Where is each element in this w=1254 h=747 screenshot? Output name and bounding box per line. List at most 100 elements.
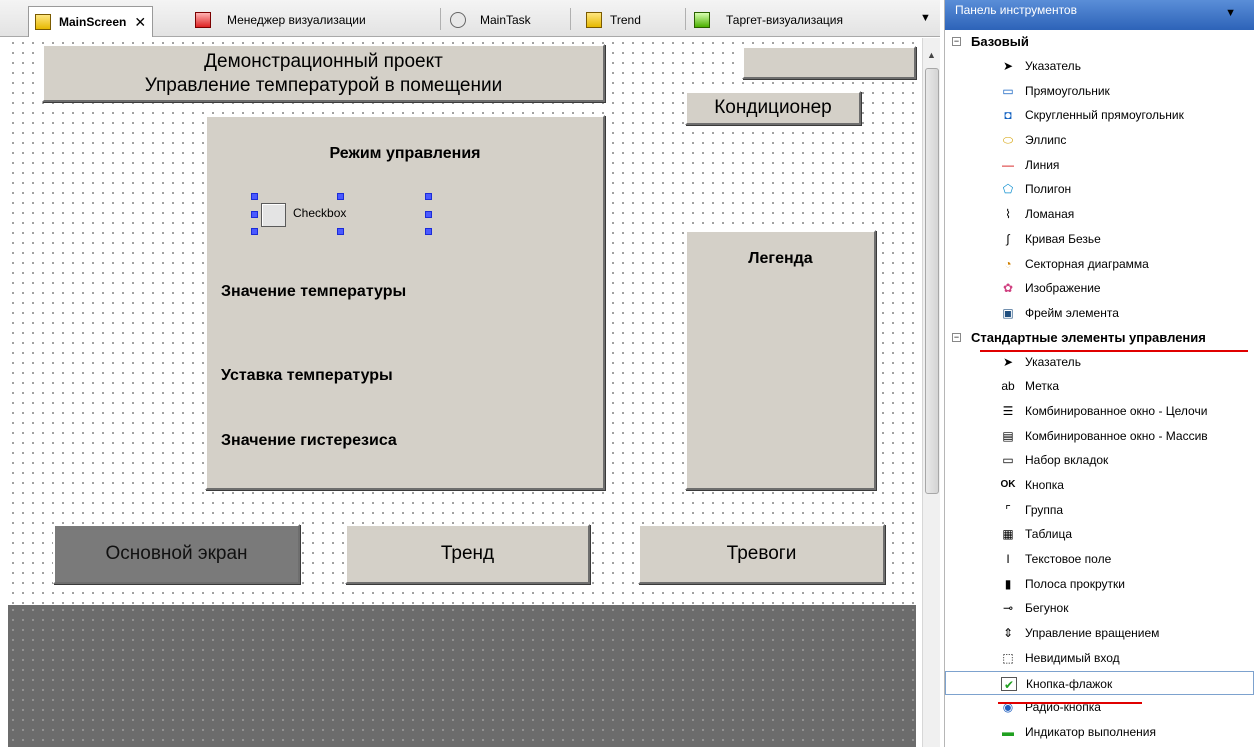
toolbox-item[interactable]: ✿ Изображение [945,276,1254,301]
toolbox-item[interactable]: ⬭ Эллипс [945,128,1254,153]
air-conditioner-button[interactable]: Кондиционер [685,91,861,125]
toolbox-item[interactable]: ▭ Набор вкладок [945,448,1254,473]
toolbox-item-label: Изображение [1025,281,1101,296]
toolbox-item-label: Указатель [1025,59,1081,73]
toolbox-item[interactable]: ▬ Индикатор выполнения [945,720,1254,745]
toolbox-item[interactable]: ◘ Скругленный прямоугольник [945,103,1254,128]
pie-icon: ◔ [1004,256,1012,271]
resize-handle[interactable] [425,193,432,200]
toolbox-item[interactable]: ⬚ Невидимый вход [945,646,1254,671]
toolbox-item-label: Секторная диаграмма [1025,256,1149,271]
project-title-box[interactable]: Демонстрационный проект Управление темпе… [42,44,605,102]
legend-title: Легенда [748,250,813,267]
resize-handle[interactable] [425,211,432,218]
checkbox-label: Checkbox [293,206,347,220]
collapse-icon[interactable]: − [952,37,961,46]
close-icon[interactable]: ✕ [134,14,146,31]
toolbox-item[interactable]: ✔ Кнопка-флажок [945,670,1254,696]
toolbox-item[interactable]: ⌜ Группа [945,498,1254,523]
tab-visualization-manager[interactable]: Менеджер визуализации [195,8,366,32]
scroll-up-icon[interactable]: ▲ [927,50,936,60]
alarms-button[interactable]: Тревоги [638,524,885,584]
scrollbar-thumb[interactable] [925,68,939,494]
tab-label: Менеджер визуализации [227,13,366,27]
toolbox-item-label: Полигон [1025,182,1072,197]
toolbox-item-label: Невидимый вход [1025,650,1120,665]
temperature-value-label: Значение температуры [221,283,407,300]
tab-mainscreen[interactable]: MainScreen ✕ [28,6,154,37]
toolbox-item[interactable]: ▭ Прямоугольник [945,79,1254,104]
checkbox-square[interactable] [261,203,286,227]
toolbox-item[interactable]: ▤ Комбинированное окно - Массив [945,424,1254,449]
vertical-scrollbar[interactable]: ▲ [922,38,940,747]
toolbox-item[interactable]: ⊸ Бегунок [945,596,1254,621]
toolbox-item[interactable]: ◉ Радио-кнопка [945,695,1254,720]
polyline-icon: ⌇ [1005,207,1011,222]
tab-list-dropdown-icon[interactable]: ▼ [920,12,931,24]
table-icon: ▦ [1002,527,1014,542]
tab-label: MainScreen [59,15,127,29]
visualization-icon [35,14,51,30]
toolbox-group-standard-controls[interactable]: − Стандартные элементы управления [945,326,1254,350]
toolbox-item[interactable]: ― Линия [945,153,1254,178]
resize-handle[interactable] [337,228,344,235]
toolbox-item[interactable]: ➤ Указатель [945,350,1254,375]
toolbox-item-label: Кнопка-флажок [1026,676,1113,691]
main-screen-button[interactable]: Основной экран [53,524,300,584]
toolbox-item-label: Индикатор выполнения [1025,724,1156,739]
toolbox-group-label: Базовый [971,34,1029,49]
resize-handle[interactable] [251,228,258,235]
frame-icon: ▣ [1002,305,1014,320]
toolbox-item-label: Таблица [1025,527,1073,542]
toolbox-item-label: Эллипс [1025,133,1067,148]
toolbox-item[interactable]: ab Метка [945,374,1254,399]
collapse-icon[interactable]: − [952,332,961,342]
toolbox-item[interactable]: OK Кнопка [945,473,1254,498]
toolbox-item[interactable]: ▣ Фрейм элемента [945,301,1254,326]
header-placeholder-box[interactable] [742,46,916,79]
trend-button[interactable]: Тренд [345,524,590,584]
tab-target-visualization[interactable]: Таргет-визуализация [694,8,843,32]
resize-handle[interactable] [337,193,344,200]
ellipse-icon: ⬭ [1002,133,1014,148]
temperature-setpoint-label: Уставка температуры [221,367,393,384]
slider-icon: ⊸ [1002,601,1014,616]
resize-handle[interactable] [251,193,258,200]
toolbox-group-basic[interactable]: − Базовый [945,30,1254,54]
task-icon [450,12,466,28]
toolbox-item[interactable]: I Текстовое поле [945,547,1254,572]
combobox-array-icon: ▤ [1002,428,1014,443]
bezier-icon: ∫ [1006,231,1010,246]
toolbox-dropdown-icon[interactable]: ▼ [1225,3,1236,23]
toolbox-item[interactable]: ⇕ Управление вращением [945,621,1254,646]
checkbox-element-selected[interactable]: Checkbox [251,193,435,237]
control-mode-panel[interactable]: Режим управления Checkbox Значение темпе… [205,115,605,490]
toolbox-item-label: Группа [1025,502,1064,517]
pointer-icon: ➤ [1002,59,1014,73]
toolbox-item-label: Скругленный прямоугольник [1025,108,1184,123]
resize-handle[interactable] [425,228,432,235]
toolbox-item[interactable]: ▮ Полоса прокрутки [945,572,1254,597]
tab-maintask[interactable]: MainTask [450,8,531,32]
toolbox-item[interactable]: ⌇ Ломаная [945,202,1254,227]
toolbox-list: − Базовый ➤ Указатель ▭ Прямоугольник ◘ Скругле… [945,30,1254,745]
toolbox-item[interactable]: ◔ Секторная диаграмма [945,252,1254,277]
spin-control-icon: ⇕ [1002,626,1014,641]
toolbox-item-label: Кнопка [1025,478,1064,492]
invisible-input-icon: ⬚ [1002,650,1014,665]
resize-handle[interactable] [251,211,258,218]
toolbox-item-label: Бегунок [1025,601,1069,616]
toolbox-item[interactable]: ▦ Таблица [945,522,1254,547]
toolbox-item[interactable]: ∫ Кривая Безье [945,227,1254,252]
combobox-int-icon: ☰ [1002,403,1014,418]
rectangle-icon: ▭ [1002,83,1014,98]
toolbox-item[interactable]: ⬠ Полигон [945,177,1254,202]
toolbox-item-label: Метка [1025,379,1060,394]
tab-separator [440,8,441,30]
toolbox-item[interactable]: ➤ Указатель [945,54,1254,79]
hysteresis-value-label: Значение гистерезиса [221,432,397,449]
tab-trend[interactable]: Trend [586,8,641,32]
legend-panel[interactable]: Легенда [685,230,876,490]
toolbox-item[interactable]: ☰ Комбинированное окно - Целочи [945,399,1254,424]
project-title-line2: Управление температурой в помещении [144,75,503,96]
